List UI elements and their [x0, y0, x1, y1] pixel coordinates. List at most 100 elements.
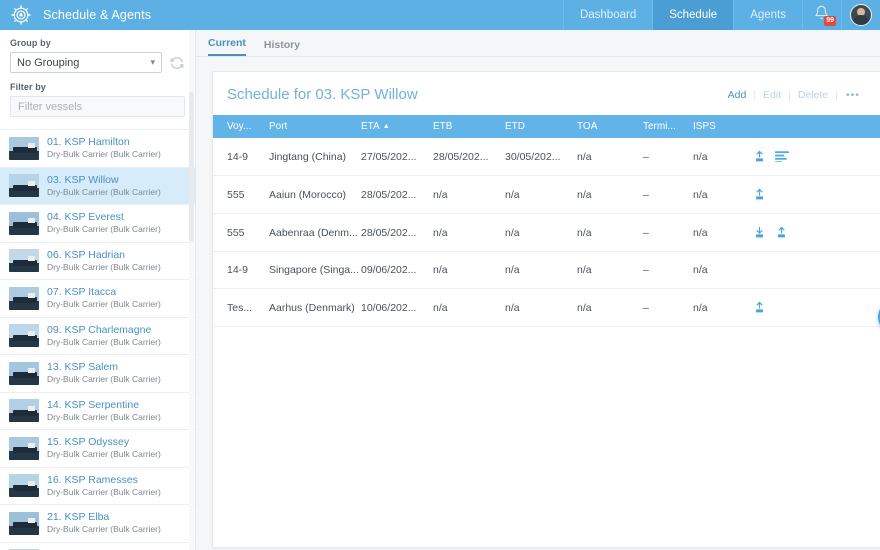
filter-block: Filter by	[10, 82, 185, 117]
vessel-list-item[interactable]: 14. KSP Serpentine Dry-Bulk Carrier (Bulk…	[0, 393, 195, 430]
vessel-meta: 09. KSP Charlemagne Dry-Bulk Carrier (Bul…	[47, 324, 161, 348]
sidebar-scrollbar-thumb[interactable]	[189, 92, 194, 242]
vessel-meta: 06. KSP Hadrian Dry-Bulk Carrier (Bulk Ca…	[47, 249, 161, 273]
group-by-select[interactable]: No Grouping ▾	[10, 52, 162, 73]
tab-current[interactable]: Current	[208, 37, 246, 56]
etd-cell: n/a	[505, 288, 577, 327]
vessel-type: Dry-Bulk Carrier (Bulk Carrier)	[47, 224, 161, 235]
upload-icon[interactable]	[753, 301, 766, 314]
vessel-list-item[interactable]: 03. KSP Willow Dry-Bulk Carrier (Bulk Car…	[0, 167, 195, 205]
port-cell: Aarhus (Denmark)	[269, 288, 361, 327]
thumbnail-superstructure	[27, 180, 36, 186]
upload-icon[interactable]	[775, 226, 788, 239]
vessel-list-item[interactable]: 22. KSP CamelotDry-Bulk Carrier (Bulk Ca…	[0, 543, 195, 550]
vessel-list-item[interactable]: 09. KSP Charlemagne Dry-Bulk Carrier (Bul…	[0, 318, 195, 355]
column-header-terminal[interactable]: Termi...	[643, 115, 693, 138]
schedule-table-body: 14-9 Jingtang (China) 27/05/202... 28/05/20…	[213, 138, 880, 327]
vessel-name: 13. KSP Salem	[47, 361, 119, 374]
table-row[interactable]: 14-9 Singapore (Singa... 09/06/202... n/a n/…	[213, 251, 880, 289]
documents-cell	[753, 138, 880, 176]
refresh-icon[interactable]	[169, 55, 185, 71]
sidebar-controls: Group by No Grouping ▾ Filter by	[0, 30, 195, 121]
vessel-meta: 03. KSP Willow Dry-Bulk Carrier (Bulk Car…	[47, 174, 161, 198]
vessel-thumbnail	[9, 324, 39, 348]
vessel-list-item[interactable]: 07. KSP Itacca Dry-Bulk Carrier (Bulk Car…	[0, 280, 195, 318]
vessel-type: Dry-Bulk Carrier (Bulk Carrier)	[47, 186, 161, 197]
voyage-cell: 14-9	[213, 251, 269, 289]
column-header-eta[interactable]: ETA ▲	[361, 115, 433, 138]
vessel-thumbnail	[9, 399, 39, 423]
vessel-name: 07. KSP Itacca	[47, 286, 117, 299]
vessel-list-item[interactable]: 13. KSP Salem Dry-Bulk Carrier (Bulk Carr…	[0, 355, 195, 393]
vessel-list-item[interactable]: 01. KSP Hamilton Dry-Bulk Carrier (Bulk C…	[0, 130, 195, 168]
more-options-button[interactable]: •••	[838, 89, 866, 101]
upload-icon[interactable]	[753, 150, 766, 163]
avatar-body	[852, 15, 870, 25]
download-icon[interactable]	[753, 226, 766, 239]
vessel-type: Dry-Bulk Carrier (Bulk Carrier)	[47, 449, 161, 460]
vessel-list-item[interactable]: 15. KSP Odyssey Dry-Bulk Carrier (Bulk Ca…	[0, 430, 195, 468]
page-layout: Group by No Grouping ▾ Filter by Filter …	[0, 30, 880, 550]
sidebar-scrollbar[interactable]	[189, 30, 194, 550]
avatar[interactable]	[850, 4, 872, 26]
add-button[interactable]: Add	[721, 89, 754, 101]
nav-item-schedule[interactable]: Schedule	[653, 0, 735, 30]
vessel-type: Dry-Bulk Carrier (Bulk Carrier)	[47, 486, 161, 497]
vessel-type: Dry-Bulk Carrier (Bulk Carrier)	[47, 261, 161, 272]
etb-cell: n/a	[433, 288, 505, 327]
notifications-button[interactable]: 99	[803, 0, 842, 30]
column-header-isps[interactable]: ISPS	[693, 115, 753, 138]
terminal-cell: –	[643, 288, 693, 327]
column-header-port[interactable]: Port	[269, 115, 361, 138]
upload-icon[interactable]	[753, 188, 766, 201]
app-title: Schedule & Agents	[43, 8, 152, 22]
edit-button[interactable]: Edit	[756, 89, 788, 101]
vessel-list-item[interactable]: 21. KSP Elba Dry-Bulk Carrier (Bulk Carri…	[0, 505, 195, 543]
etb-cell: n/a	[433, 175, 505, 214]
toa-cell: n/a	[577, 288, 643, 327]
table-row[interactable]: 555 Aaiun (Morocco) 28/05/202... n/a n/a n/a –…	[213, 175, 880, 214]
voyage-cell: 14-9	[213, 138, 269, 176]
table-row[interactable]: 555 Aabenraa (Denm... 28/05/202... n/a n/a n/…	[213, 213, 880, 252]
list-lines-icon[interactable]	[775, 150, 789, 163]
column-header-voyage[interactable]: Voy...	[213, 115, 269, 138]
vessel-list[interactable]: 01. KSP Hamilton Dry-Bulk Carrier (Bulk C…	[0, 129, 195, 550]
vessel-list-item[interactable]: 06. KSP Hadrian Dry-Bulk Carrier (Bulk Ca…	[0, 243, 195, 280]
tab-history[interactable]: History	[264, 39, 300, 56]
table-row[interactable]: 14-9 Jingtang (China) 27/05/202... 28/05/20…	[213, 138, 880, 176]
table-row[interactable]: Tes... Aarhus (Denmark) 10/06/202... n/a n/a…	[213, 288, 880, 327]
nav-item-dashboard[interactable]: Dashboard	[562, 0, 654, 30]
delete-button[interactable]: Delete	[791, 89, 835, 101]
group-by-value: No Grouping	[17, 56, 80, 69]
column-header-toa[interactable]: TOA	[577, 115, 643, 138]
thumbnail-superstructure	[27, 405, 36, 411]
vessel-list-item[interactable]: 04. KSP Everest Dry-Bulk Carrier (Bulk Ca…	[0, 205, 195, 243]
vessel-name: 04. KSP Everest	[47, 211, 124, 224]
eta-cell: 10/06/202...	[361, 288, 433, 327]
vessel-list-item[interactable]: 16. KSP Ramesses Dry-Bulk Carrier (Bulk C…	[0, 468, 195, 505]
isps-cell: n/a	[693, 213, 753, 252]
brand: Schedule & Agents	[0, 4, 151, 26]
filter-vessels-input[interactable]	[10, 96, 185, 117]
vessel-meta: 21. KSP Elba Dry-Bulk Carrier (Bulk Carri…	[47, 511, 161, 535]
thumbnail-superstructure	[27, 330, 36, 336]
row-action-icons	[753, 188, 880, 201]
toa-cell: n/a	[577, 251, 643, 289]
card-actions: Add | Edit | Delete | •••	[721, 89, 866, 101]
vessel-name: 09. KSP Charlemagne	[47, 323, 152, 336]
sort-ascending-icon: ▲	[382, 122, 390, 130]
etb-cell: n/a	[433, 213, 505, 252]
terminal-cell: –	[643, 251, 693, 289]
column-header-etd[interactable]: ETD	[505, 115, 577, 138]
compass-icon	[10, 4, 32, 26]
vessel-meta: 13. KSP Salem Dry-Bulk Carrier (Bulk Carr…	[47, 361, 161, 385]
main-nav: Dashboard Schedule Agents 99	[562, 0, 880, 30]
vessel-meta: 14. KSP Serpentine Dry-Bulk Carrier (Bulk…	[47, 399, 161, 423]
eta-cell: 28/05/202...	[361, 213, 433, 252]
vessel-type: Dry-Bulk Carrier (Bulk Carrier)	[47, 149, 161, 160]
nav-item-agents[interactable]: Agents	[734, 0, 803, 30]
avatar-wrap	[842, 0, 880, 30]
column-header-etb[interactable]: ETB	[433, 115, 505, 138]
voyage-cell: Tes...	[213, 288, 269, 327]
vessel-thumbnail	[9, 361, 39, 385]
